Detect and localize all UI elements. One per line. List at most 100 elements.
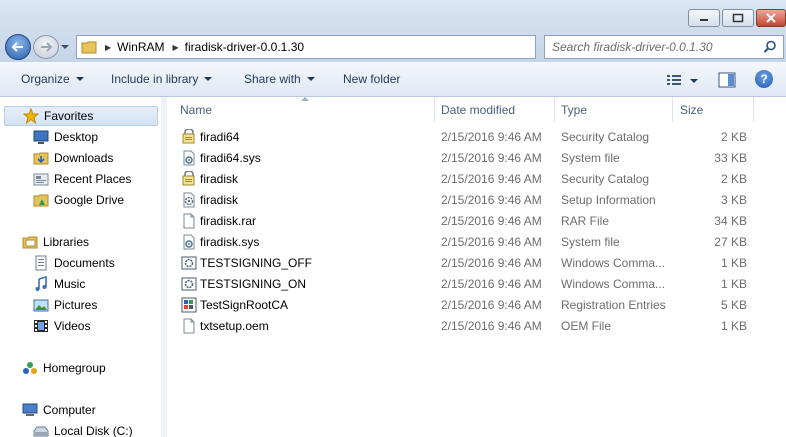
breadcrumb-current-folder[interactable]: firadisk-driver-0.0.1.30	[185, 40, 304, 54]
nav-computer-label: Computer	[43, 403, 96, 417]
file-row[interactable]: txtsetup.oem 2/15/2016 9:46 AM OEM File …	[179, 316, 779, 337]
file-size: 34 KB	[714, 214, 747, 228]
nav-desktop-label: Desktop	[54, 130, 99, 144]
file-name: firadisk.sys	[200, 235, 260, 249]
include-in-library-label: Include in library	[111, 72, 199, 86]
file-row[interactable]: TESTSIGNING_ON 2/15/2016 9:46 AM Windows…	[179, 274, 779, 295]
arrow-left-icon	[11, 42, 23, 52]
file-row[interactable]: firadisk.sys 2/15/2016 9:46 AM System fi…	[179, 232, 779, 253]
help-icon[interactable]: ?	[755, 70, 773, 88]
search-placeholder: Search firadisk-driver-0.0.1.30	[552, 40, 713, 54]
recent-pages-dropdown[interactable]	[60, 42, 70, 52]
column-header-name[interactable]: Name	[180, 97, 212, 122]
back-button[interactable]	[5, 34, 31, 60]
caret-down-icon	[75, 77, 84, 81]
file-name: firadi64.sys	[200, 151, 261, 165]
arrow-right-icon	[41, 42, 53, 52]
system-file-icon	[183, 234, 195, 250]
search-input[interactable]: Search firadisk-driver-0.0.1.30	[544, 35, 784, 59]
column-divider[interactable]	[753, 97, 754, 122]
file-row[interactable]: firadi64.sys 2/15/2016 9:46 AM System fi…	[179, 148, 779, 169]
file-date: 2/15/2016 9:46 AM	[441, 214, 542, 228]
star-icon	[23, 108, 39, 124]
file-size: 3 KB	[720, 193, 747, 207]
command-bar: Organize Include in library Share with N…	[0, 62, 786, 97]
file-size: 33 KB	[714, 151, 747, 165]
chevron-right-icon[interactable]: ▶	[105, 43, 111, 52]
file-row[interactable]: firadisk.rar 2/15/2016 9:46 AM RAR File …	[179, 211, 779, 232]
nav-desktop[interactable]: Desktop	[33, 127, 98, 147]
security-catalog-icon	[182, 129, 195, 144]
share-with-label: Share with	[244, 72, 301, 86]
nav-music[interactable]: Music	[33, 274, 85, 294]
documents-icon	[33, 255, 49, 271]
downloads-folder-icon	[33, 150, 49, 166]
nav-homegroup-label: Homegroup	[43, 361, 106, 375]
column-header-type[interactable]: Type	[561, 97, 587, 122]
minimize-button[interactable]	[688, 9, 720, 27]
column-header-date-modified[interactable]: Date modified	[441, 97, 515, 122]
view-options-icon[interactable]	[666, 73, 682, 87]
nav-google-drive-label: Google Drive	[54, 193, 125, 207]
file-size: 1 KB	[720, 319, 747, 333]
music-icon	[33, 276, 49, 292]
nav-music-label: Music	[54, 277, 86, 291]
nav-google-drive[interactable]: Google Drive	[33, 190, 124, 210]
file-row[interactable]: TestSignRootCA 2/15/2016 9:46 AM Registr…	[179, 295, 779, 316]
system-file-icon	[183, 150, 195, 166]
nav-recent-places[interactable]: Recent Places	[33, 169, 131, 189]
file-row[interactable]: TESTSIGNING_OFF 2/15/2016 9:46 AM Window…	[179, 253, 779, 274]
file-type: Security Catalog	[561, 172, 650, 186]
file-name: firadisk.rar	[200, 214, 257, 228]
file-size: 2 KB	[720, 172, 747, 186]
nav-downloads-label: Downloads	[54, 151, 114, 165]
file-row[interactable]: firadi64 2/15/2016 9:46 AM Security Cata…	[179, 127, 779, 148]
breadcrumb-winram[interactable]: WinRAM	[117, 40, 164, 54]
file-size: 5 KB	[720, 298, 747, 312]
nav-documents[interactable]: Documents	[33, 253, 115, 273]
file-type: Windows Comma...	[561, 277, 666, 291]
column-divider[interactable]	[434, 97, 435, 122]
security-catalog-icon	[182, 171, 195, 186]
file-date: 2/15/2016 9:46 AM	[441, 193, 542, 207]
column-divider[interactable]	[672, 97, 673, 122]
nav-videos[interactable]: Videos	[33, 316, 90, 336]
column-size-label: Size	[680, 102, 704, 117]
organize-menu[interactable]: Organize	[21, 72, 84, 86]
column-name-label: Name	[180, 102, 213, 117]
nav-videos-label: Videos	[54, 319, 91, 333]
preview-pane-icon[interactable]	[718, 72, 736, 88]
maximize-button[interactable]	[722, 9, 754, 27]
column-divider[interactable]	[554, 97, 555, 122]
google-drive-folder-icon	[33, 192, 49, 208]
include-in-library-menu[interactable]: Include in library	[111, 72, 213, 86]
nav-pictures[interactable]: Pictures	[33, 295, 97, 315]
search-icon[interactable]	[763, 40, 777, 54]
nav-libraries[interactable]: Libraries	[22, 232, 89, 252]
file-date: 2/15/2016 9:46 AM	[441, 277, 542, 291]
nav-downloads[interactable]: Downloads	[33, 148, 113, 168]
blank-file-icon	[183, 318, 195, 334]
address-bar[interactable]: ▶ WinRAM ▶ firadisk-driver-0.0.1.30	[76, 35, 608, 59]
nav-libraries-label: Libraries	[43, 235, 90, 249]
file-size: 1 KB	[720, 256, 747, 270]
file-name: firadisk	[200, 172, 239, 186]
column-header-size[interactable]: Size	[680, 97, 703, 122]
new-folder-button[interactable]: New folder	[343, 72, 400, 86]
maximize-icon	[732, 13, 744, 23]
share-with-menu[interactable]: Share with	[244, 72, 315, 86]
nav-local-disk[interactable]: Local Disk (C:)	[33, 421, 133, 437]
file-row[interactable]: firadisk 2/15/2016 9:46 AM Setup Informa…	[179, 190, 779, 211]
nav-computer[interactable]: Computer	[22, 400, 96, 420]
nav-homegroup[interactable]: Homegroup	[22, 358, 106, 378]
hard-drive-icon	[33, 423, 49, 437]
view-dropdown-icon[interactable]	[690, 79, 698, 83]
videos-icon	[33, 318, 49, 334]
file-name: TESTSIGNING_ON	[200, 277, 307, 291]
file-row[interactable]: firadisk 2/15/2016 9:46 AM Security Cata…	[179, 169, 779, 190]
close-button[interactable]	[756, 9, 786, 27]
chevron-right-icon[interactable]: ▶	[173, 43, 179, 52]
nav-favorites[interactable]: Favorites	[4, 106, 158, 126]
forward-button[interactable]	[33, 35, 59, 59]
file-date: 2/15/2016 9:46 AM	[441, 235, 542, 249]
